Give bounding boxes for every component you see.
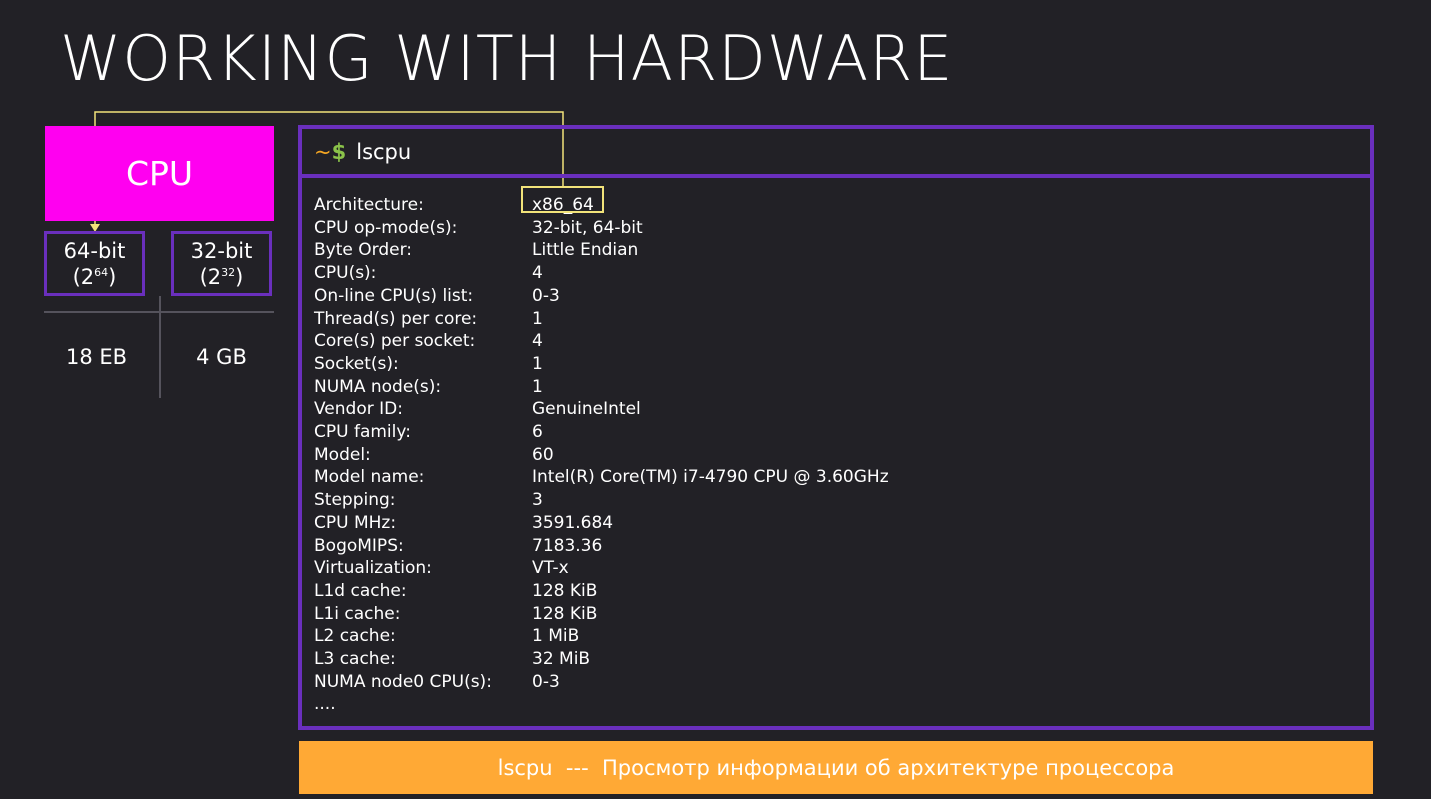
arch-32bit-power: (232) xyxy=(199,265,244,290)
output-row: Virtualization: VT-x xyxy=(314,558,569,579)
arch-64bit-box: 64-bit (264) xyxy=(44,231,145,296)
output-row: CPU MHz: 3591.684 xyxy=(314,512,614,533)
output-row: Model name: Intel(R) Core(TM) i7-4790 CPU… xyxy=(314,467,889,488)
output-row: L3 cache: 32 MiB xyxy=(314,649,591,670)
arch-32bit-label: 32-bit xyxy=(190,239,253,263)
cpu-box: CPU xyxy=(45,126,274,221)
divider-vertical xyxy=(159,296,161,398)
output-row: Model: 60 xyxy=(314,444,554,465)
slide-title: WORKING WITH HARDWARE xyxy=(60,22,954,95)
arch-64bit-power: (264) xyxy=(72,265,117,290)
terminal-command: lscpu xyxy=(356,139,412,164)
terminal-header: ~ $ lscpu xyxy=(302,129,1370,178)
caption-text: lscpu --- Просмотр информации об архитек… xyxy=(497,755,1175,780)
cpu-label: CPU xyxy=(125,154,194,193)
prompt-dollar: $ xyxy=(331,139,347,164)
arch-32bit-box: 32-bit (232) xyxy=(171,231,272,296)
output-row: Architecture: x86_64 xyxy=(314,195,594,215)
architecture-highlight xyxy=(521,186,604,213)
terminal-output: Architecture: x86_64 CPU op-mode(s): 32-bi… xyxy=(302,178,1370,716)
memory-32bit: 4 GB xyxy=(196,345,247,369)
memory-64bit: 18 EB xyxy=(65,345,128,369)
output-row: CPU op-mode(s): 32-bit, 64-bit xyxy=(314,217,643,238)
output-row: Byte Order: Little Endian xyxy=(314,240,639,261)
output-row: Vendor ID: GenuineIntel xyxy=(314,399,641,420)
output-row: .... xyxy=(314,694,336,715)
output-row: CPU family: 6 xyxy=(314,422,543,443)
output-row: On-line CPU(s) list: 0-3 xyxy=(314,285,560,306)
output-row: L1i cache: 128 KiB xyxy=(314,603,598,624)
output-row: Stepping: 3 xyxy=(314,490,543,511)
prompt-tilde: ~ xyxy=(314,139,332,164)
output-row: NUMA node0 CPU(s): 0-3 xyxy=(314,671,560,692)
output-row: NUMA node(s): 1 xyxy=(314,376,543,397)
caption-banner: lscpu --- Просмотр информации об архитек… xyxy=(299,741,1373,794)
output-row: Thread(s) per core: 1 xyxy=(314,308,543,329)
output-row: Core(s) per socket: 4 xyxy=(314,331,543,352)
output-row: BogoMIPS: 7183.36 xyxy=(314,535,603,556)
output-row: L2 cache: 1 MiB xyxy=(314,626,580,647)
output-row: Socket(s): 1 xyxy=(314,353,543,374)
arch-64bit-label: 64-bit xyxy=(63,239,126,263)
output-row: L1d cache: 128 KiB xyxy=(314,580,598,601)
output-row: CPU(s): 4 xyxy=(314,263,543,284)
terminal-window: ~ $ lscpu Architecture: x86_64 CPU op-mod… xyxy=(298,125,1374,730)
